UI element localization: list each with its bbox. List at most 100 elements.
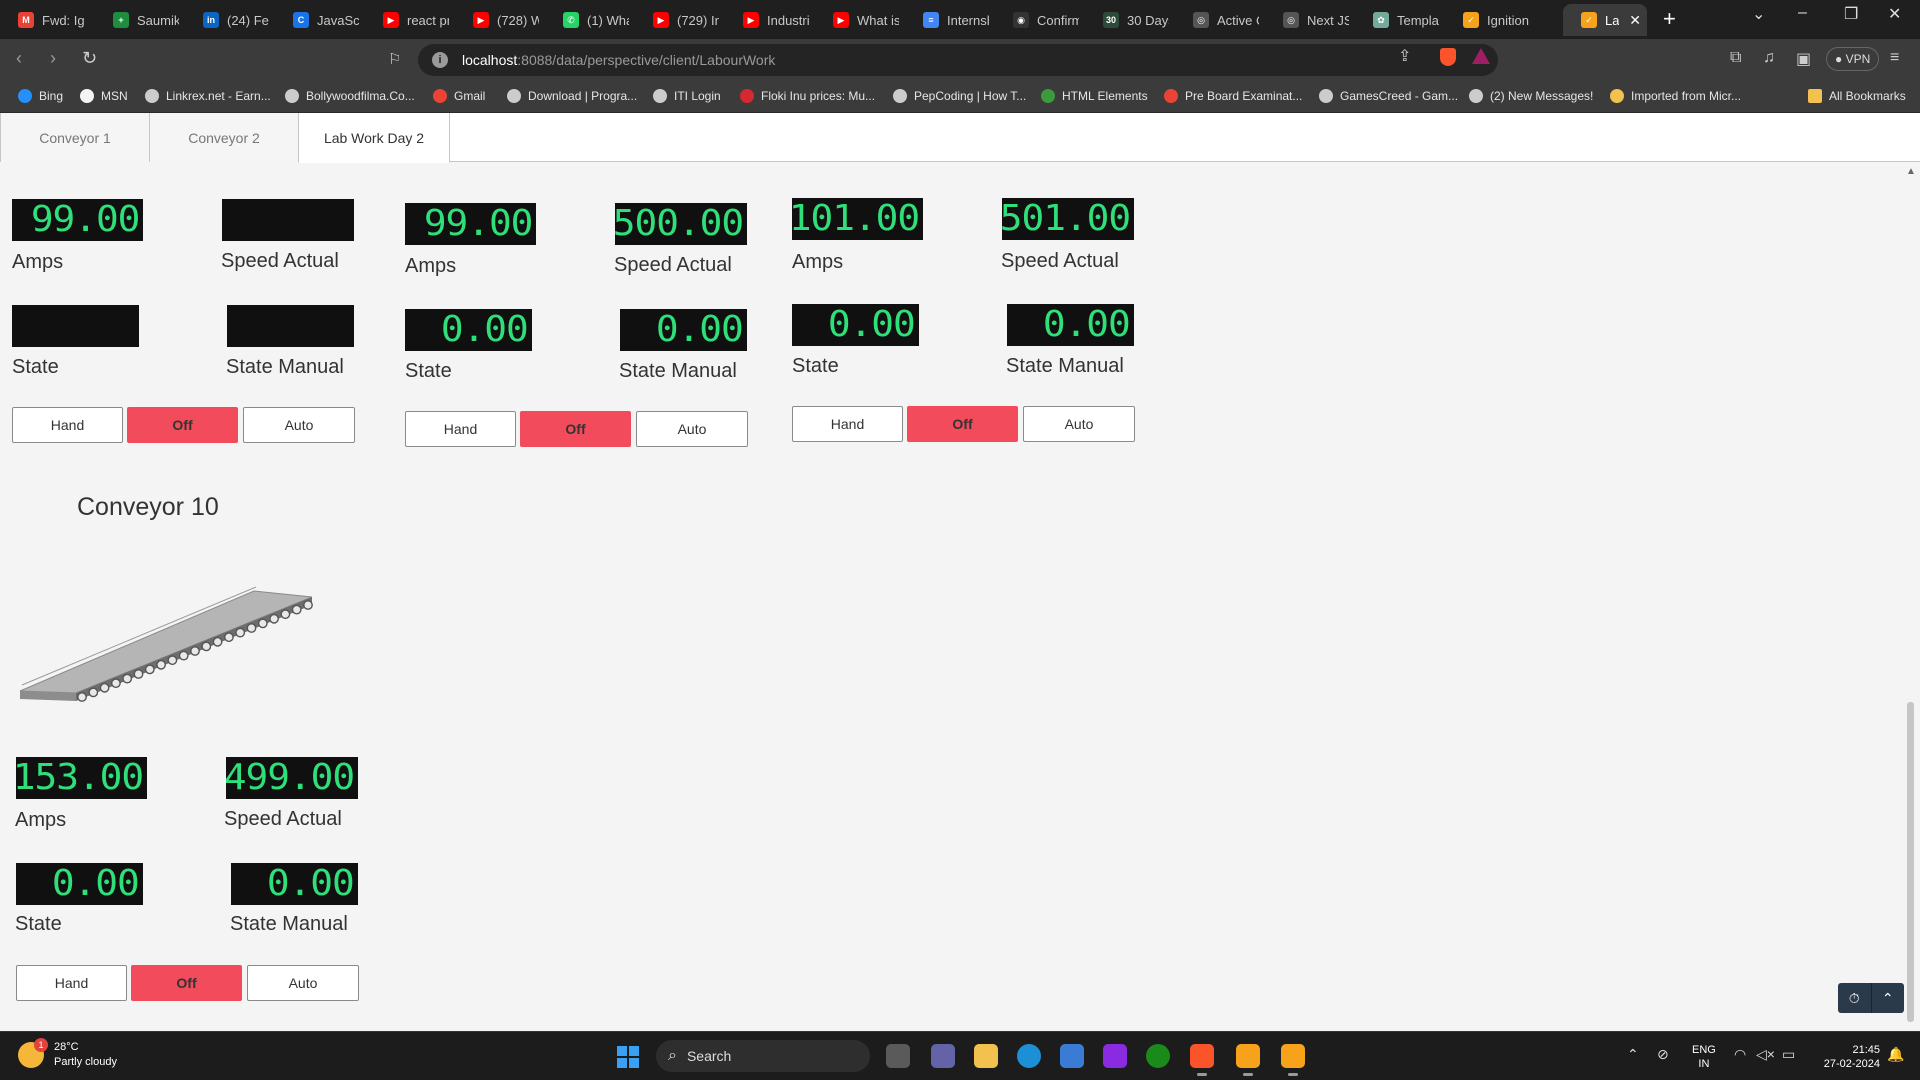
bookmark-item[interactable]: ITI Login — [653, 89, 721, 103]
media-icon[interactable]: ♫ — [1763, 49, 1775, 67]
state-label: State — [12, 356, 59, 378]
teams-icon[interactable] — [931, 1044, 955, 1068]
auto-button[interactable]: Auto — [636, 411, 748, 447]
bookmark-item[interactable]: Bing — [18, 89, 63, 103]
tab-lab-work-day-2[interactable]: Lab Work Day 2 — [298, 113, 450, 163]
wifi-icon[interactable]: ◠ — [1734, 1046, 1746, 1063]
edge-icon[interactable] — [1017, 1044, 1041, 1068]
site-info-icon[interactable]: i — [432, 52, 448, 68]
brave-rewards-icon[interactable] — [1472, 48, 1490, 64]
browser-tab[interactable]: ▶(729) Ind — [635, 4, 725, 36]
bookmark-item[interactable]: Pre Board Examinat... — [1164, 89, 1302, 103]
off-button[interactable]: Off — [131, 965, 242, 1001]
browser-tab[interactable]: ◎ Next JS — [1265, 4, 1355, 36]
browser-tab[interactable]: in(24) Fee — [185, 4, 275, 36]
chevron-up-icon[interactable]: ⌃ — [1627, 1046, 1639, 1063]
scrollbar-thumb[interactable] — [1907, 702, 1914, 1022]
browser-tab[interactable]: ≡Internsh — [905, 4, 995, 36]
tab-conveyor-2[interactable]: Conveyor 2 — [149, 113, 299, 162]
app-icon[interactable] — [1103, 1044, 1127, 1068]
bookmark-item[interactable]: Download | Progra... — [507, 89, 637, 103]
all-bookmarks[interactable]: All Bookmarks — [1808, 89, 1906, 103]
browser-tab[interactable]: ▶react pro — [365, 4, 455, 36]
browser-tab[interactable]: CJavaScrip — [275, 4, 365, 36]
forward-icon[interactable]: › — [50, 48, 56, 69]
bookmark-item[interactable]: Gmail — [433, 89, 485, 103]
hand-button[interactable]: Hand — [792, 406, 903, 442]
browser-tab[interactable]: ✓Labo✕ — [1563, 4, 1647, 36]
bookmark-item[interactable]: (2) New Messages! — [1469, 89, 1593, 103]
sidebar-icon[interactable]: ▣ — [1796, 49, 1811, 69]
minimize-icon[interactable]: – — [1798, 4, 1807, 22]
browser-tab[interactable]: ✓ Ignition — [1445, 4, 1550, 36]
battery-icon[interactable]: ▭ — [1782, 1046, 1795, 1063]
browser-tab[interactable]: ▶(728) Wi — [455, 4, 545, 36]
windows-start-icon[interactable] — [617, 1046, 639, 1068]
browser-tab[interactable]: MFwd: Igni — [0, 4, 90, 36]
conveyor-title: Conveyor 10 — [77, 493, 219, 521]
share-icon[interactable]: ⇪ — [1398, 46, 1411, 66]
auto-button[interactable]: Auto — [243, 407, 355, 443]
off-button[interactable]: Off — [520, 411, 631, 447]
maximize-icon[interactable]: ❐ — [1844, 4, 1858, 24]
timer-icon[interactable]: ⏱ — [1838, 983, 1871, 1013]
auto-button[interactable]: Auto — [247, 965, 359, 1001]
browser-tab[interactable]: 3030 Days — [1085, 4, 1175, 36]
task-view-icon[interactable] — [886, 1044, 910, 1068]
bookmark-item[interactable]: Linkrex.net - Earn... — [145, 89, 271, 103]
extensions-icon[interactable]: ⧉ — [1730, 49, 1741, 67]
taskbar-search[interactable]: ⌕ Search — [656, 1040, 870, 1072]
chevron-up-icon[interactable]: ⌃ — [1870, 983, 1905, 1013]
brave-shields-icon[interactable] — [1440, 48, 1456, 66]
back-icon[interactable]: ‹ — [16, 48, 22, 69]
bookmark-item[interactable]: Floki Inu prices: Mu... — [740, 89, 875, 103]
roller — [291, 604, 302, 615]
reload-icon[interactable]: ↻ — [82, 48, 97, 69]
bookmark-item[interactable]: GamesCreed - Gam... — [1319, 89, 1458, 103]
menu-icon[interactable]: ≡ — [1890, 49, 1899, 67]
brave-icon[interactable] — [1190, 1044, 1214, 1076]
vpn-button[interactable]: ● VPN — [1826, 47, 1880, 71]
language-indicator[interactable]: ENG IN — [1692, 1043, 1716, 1071]
xbox-icon[interactable] — [1146, 1044, 1170, 1068]
bookmark-item[interactable]: PepCoding | How T... — [893, 89, 1026, 103]
network-off-icon[interactable]: ⊘ — [1657, 1046, 1669, 1063]
tab-conveyor-1[interactable]: Conveyor 1 — [0, 113, 150, 162]
browser-tab[interactable]: ◎Active C — [1175, 4, 1265, 36]
file-explorer-icon[interactable] — [974, 1044, 998, 1068]
off-button[interactable]: Off — [127, 407, 238, 443]
auto-button[interactable]: Auto — [1023, 406, 1135, 442]
vertical-scrollbar[interactable]: ▲ — [1902, 162, 1920, 1031]
bookmark-icon[interactable]: ⚐ — [388, 50, 401, 68]
roller — [77, 692, 87, 702]
browser-tab[interactable]: ▶What is a — [815, 4, 905, 36]
bookmark-item[interactable]: Imported from Micr... — [1610, 89, 1741, 103]
state-display: 0.00 — [405, 309, 532, 351]
bookmark-item[interactable]: MSN — [80, 89, 128, 103]
browser-tab[interactable]: ✆(1) What — [545, 4, 635, 36]
new-tab-button[interactable]: + — [1663, 6, 1676, 32]
bookmark-item[interactable]: HTML Elements — [1041, 89, 1148, 103]
weather-widget[interactable]: 1 28°C Partly cloudy — [18, 1038, 117, 1070]
chevron-down-icon[interactable]: ⌄ — [1752, 4, 1765, 24]
browser-tab[interactable]: ▶Industria — [725, 4, 815, 36]
perspective-page: Conveyor 1 Conveyor 2 Lab Work Day 2 99.… — [0, 113, 1920, 1031]
address-bar[interactable]: i localhost:8088/data/perspective/client… — [418, 44, 1498, 76]
ignition-icon[interactable] — [1236, 1044, 1260, 1076]
hand-button[interactable]: Hand — [405, 411, 516, 447]
browser-tab[interactable]: ✿ Templat — [1355, 4, 1445, 36]
bookmark-item[interactable]: Bollywoodfilma.Co... — [285, 89, 415, 103]
notification-bell-icon[interactable]: 🔔 — [1887, 1046, 1904, 1063]
ignition-designer-icon[interactable] — [1281, 1044, 1305, 1076]
browser-tab[interactable]: ◉ Confirm — [995, 4, 1085, 36]
store-icon[interactable] — [1060, 1044, 1084, 1068]
scroll-up-icon[interactable]: ▲ — [1906, 166, 1916, 177]
close-window-icon[interactable]: ✕ — [1888, 4, 1901, 24]
hand-button[interactable]: Hand — [16, 965, 127, 1001]
browser-tab[interactable]: +Saumik.x — [95, 4, 185, 36]
off-button[interactable]: Off — [907, 406, 1018, 442]
volume-muted-icon[interactable]: ◁× — [1756, 1046, 1775, 1063]
close-tab-icon[interactable]: ✕ — [1629, 12, 1641, 29]
hand-button[interactable]: Hand — [12, 407, 123, 443]
system-clock[interactable]: 21:45 27-02-2024 — [1820, 1043, 1880, 1071]
